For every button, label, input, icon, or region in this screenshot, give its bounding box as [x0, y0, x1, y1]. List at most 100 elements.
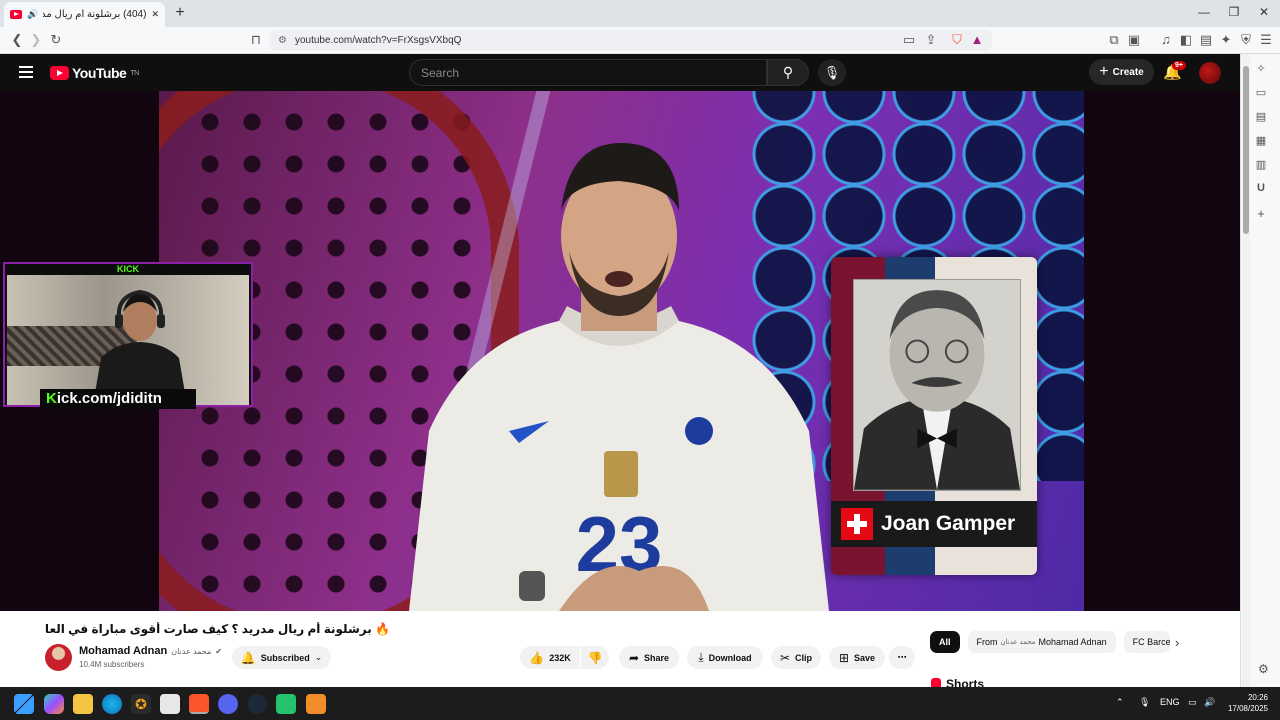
store-icon[interactable] — [160, 694, 180, 714]
brave-icon[interactable] — [189, 694, 209, 714]
u-extension-icon[interactable]: U — [1254, 182, 1268, 194]
menu-icon[interactable]: ☰ — [1257, 31, 1275, 49]
video-player[interactable]: 23 Joan Gamper KICK Kick.com/jdiditn — [0, 91, 1240, 611]
like-button[interactable]: 👍 232K — [520, 646, 580, 669]
bookmarks-sidebar-icon[interactable]: ▦ — [1254, 134, 1268, 147]
sidebar-toggle-icon[interactable]: ◧ — [1177, 31, 1195, 49]
new-tab-button[interactable]: + — [172, 4, 188, 22]
channel-name-row[interactable]: Mohamad Adnan محمد عدنان ✔ — [79, 645, 222, 657]
tray-overflow-icon[interactable]: ⌃ — [1116, 697, 1124, 708]
save-label: Save — [854, 652, 876, 663]
chevron-right-icon[interactable]: › — [1175, 635, 1179, 650]
steam-icon[interactable] — [247, 694, 267, 714]
leo-ai-icon[interactable]: ✦ — [1217, 31, 1235, 49]
windows-start-icon[interactable] — [14, 694, 34, 714]
extensions-icon[interactable]: ⧉ — [1105, 31, 1123, 49]
leo-sidebar-icon[interactable]: ✧ — [1254, 62, 1268, 75]
bookmark-icon[interactable]: ⊓ — [247, 31, 265, 49]
media-app-icon[interactable]: ✪ — [131, 694, 151, 714]
url-text: youtube.com/watch?v=FrXsgsVXbqQ — [294, 35, 462, 46]
browser-tab[interactable]: 🔊 (404) برشلونة أم ريال مدريد ؟ ✕ — [4, 2, 165, 27]
reload-icon[interactable]: ↻ — [47, 31, 65, 49]
kick-channel-url: Kick.com/jdiditn — [40, 389, 196, 409]
audio-playing-icon[interactable]: 🔊 — [27, 9, 38, 20]
volume-icon[interactable]: 🔊 — [1204, 697, 1215, 708]
whatsapp-icon[interactable] — [276, 694, 296, 714]
clip-button[interactable]: ✂ Clip — [771, 646, 821, 669]
window-close-button[interactable]: ✕ — [1254, 5, 1274, 19]
page-scrollbar-thumb[interactable] — [1243, 66, 1249, 234]
thumbs-down-icon: 👎 — [587, 650, 603, 665]
share-button[interactable]: ➦ Share — [619, 646, 679, 669]
streamer-figure — [95, 289, 185, 393]
search-button[interactable]: ⚲ — [767, 59, 809, 86]
tab-close-icon[interactable]: ✕ — [151, 9, 159, 20]
notifications-badge: 9+ — [1172, 61, 1186, 70]
channel-name-arabic: محمد عدنان — [171, 646, 212, 656]
file-explorer-icon[interactable] — [73, 694, 93, 714]
clock-date: 17/08/2025 — [1227, 704, 1268, 713]
clip-label: Clip — [795, 652, 813, 663]
chip-from-channel[interactable]: From محمد عدنان Mohamad Adnan — [967, 631, 1116, 653]
card-name: Joan Gamper — [881, 512, 1016, 535]
edge-icon[interactable] — [102, 694, 122, 714]
cast-icon[interactable]: ▭ — [900, 31, 918, 49]
save-button[interactable]: ⊞ Save — [829, 646, 885, 669]
tray-mic-icon[interactable]: 🎙 — [1139, 697, 1150, 708]
media-icon[interactable]: ♫ — [1157, 31, 1175, 49]
brave-rewards-icon[interactable]: ▲ — [968, 31, 986, 49]
chip-from-prefix: From — [976, 637, 998, 647]
vpn-icon[interactable]: ⛨ — [1237, 31, 1255, 49]
subscribed-button[interactable]: 🔔 Subscribed ⌄ — [232, 646, 331, 669]
account-avatar[interactable] — [1199, 62, 1221, 84]
voice-search-button[interactable]: 🎙 — [818, 59, 846, 86]
tab-search-icon[interactable]: ▣ — [1125, 31, 1143, 49]
portrait-photo — [853, 279, 1021, 491]
reading-list-icon[interactable]: ▭ — [1254, 86, 1268, 99]
like-count: 232K — [549, 652, 571, 663]
share-page-icon[interactable]: ⇪ — [922, 31, 940, 49]
youtube-header: YouTube TN Search ⚲ 🎙 + Create 🔔 9+ — [0, 54, 1240, 91]
hamburger-menu-icon[interactable] — [19, 66, 33, 78]
maximize-button[interactable]: ❐ — [1224, 5, 1244, 19]
tab-title: (404) برشلونة أم ريال مدريد ؟ — [43, 9, 147, 20]
wallet-icon[interactable]: ▤ — [1197, 31, 1215, 49]
more-actions-button[interactable]: ⋯ — [889, 646, 915, 669]
kick-label: KICK — [5, 264, 251, 275]
taskbar-clock[interactable]: 20:26 17/08/2025 — [1224, 692, 1268, 714]
related-chips: All From محمد عدنان Mohamad Adnan FC Bar… — [930, 631, 1170, 653]
region-code: TN — [130, 69, 139, 77]
scissors-icon: ✂ — [779, 650, 791, 665]
search-icon: ⚲ — [782, 64, 794, 80]
discord-icon[interactable] — [218, 694, 238, 714]
watch-metadata: 🔥 برشلونة أم ريال مدريد ؟ كيف صارت أقوى … — [0, 611, 1240, 691]
channel-name[interactable]: Mohamad Adnan — [79, 645, 167, 657]
site-info-icon[interactable]: ⚙ — [278, 35, 287, 46]
create-button[interactable]: + Create — [1089, 59, 1154, 85]
download-button[interactable]: ⤓ Download — [687, 646, 763, 669]
copilot-icon[interactable] — [44, 694, 64, 714]
language-indicator[interactable]: ENG — [1160, 697, 1180, 707]
forward-icon[interactable]: ❯ — [27, 31, 45, 49]
brave-shield-icon[interactable]: ⛉ — [948, 31, 966, 49]
add-sidebar-item-icon[interactable]: + — [1254, 206, 1268, 221]
video-frame: 23 Joan Gamper — [159, 91, 1084, 611]
back-icon[interactable]: ❮ — [8, 31, 26, 49]
dislike-button[interactable]: 👎 — [581, 646, 609, 669]
chip-all[interactable]: All — [930, 631, 960, 653]
chip-fc-barcelona[interactable]: FC Barce — [1123, 631, 1170, 653]
sidebar-settings-icon[interactable]: ⚙ — [1258, 662, 1269, 676]
thumbs-up-icon: 👍 — [529, 650, 545, 665]
wallet-sidebar-icon[interactable]: ▤ — [1254, 110, 1268, 123]
channel-avatar[interactable] — [45, 644, 72, 671]
address-bar[interactable]: ⚙ youtube.com/watch?v=FrXsgsVXbqQ — [270, 30, 992, 51]
minimize-button[interactable]: — — [1194, 5, 1214, 19]
search-input[interactable]: Search — [409, 59, 767, 86]
vlc-app-icon[interactable] — [306, 694, 326, 714]
windows-taskbar: ✪ ⌃ 🎙 ENG ▭ 🔊 20:26 17/08/2025 — [0, 687, 1280, 720]
network-icon[interactable]: ▭ — [1188, 697, 1197, 708]
youtube-logo[interactable]: YouTube TN — [50, 65, 139, 81]
swiss-flag-icon — [841, 508, 873, 540]
reader-sidebar-icon[interactable]: ▥ — [1254, 158, 1268, 171]
plus-icon: + — [1099, 63, 1109, 80]
